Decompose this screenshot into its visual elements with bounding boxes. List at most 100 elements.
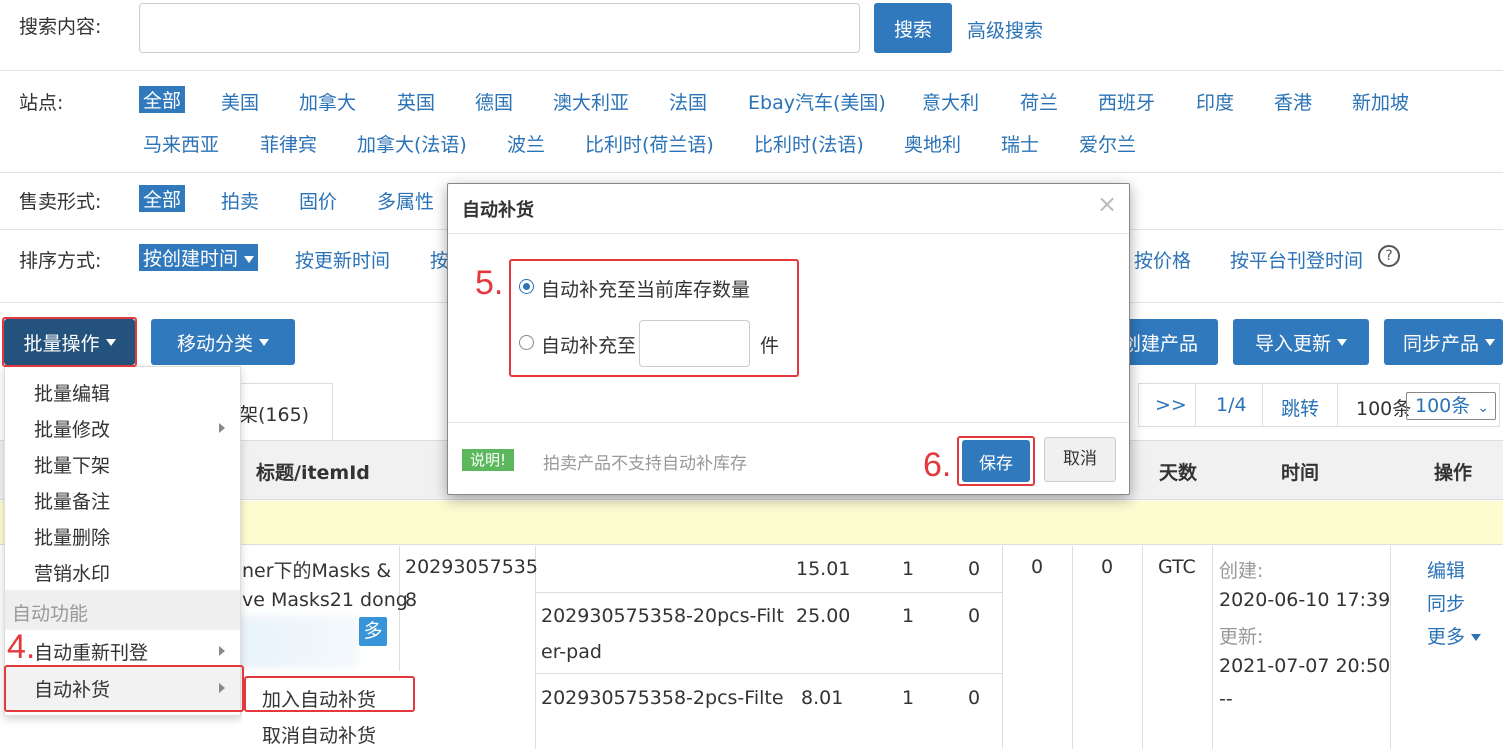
submenu-cancel-auto-restock[interactable]: 取消自动补货 <box>262 721 376 748</box>
menu-item-batch-modify[interactable]: 批量修改 <box>34 415 110 442</box>
next-page-link[interactable]: >> <box>1155 394 1187 416</box>
move-category-button[interactable]: 移动分类 <box>151 319 295 365</box>
edit-link[interactable]: 编辑 <box>1427 556 1465 583</box>
sort-label: 排序方式: <box>19 250 102 272</box>
site-option[interactable]: 澳大利亚 <box>553 88 629 115</box>
site-option[interactable]: 加拿大(法语) <box>357 130 467 157</box>
site-option[interactable]: 西班牙 <box>1098 88 1155 115</box>
multi-variant-badge: 多 <box>359 617 387 646</box>
variant-price: 8.01 <box>801 687 844 709</box>
updated-label: 更新: <box>1219 626 1264 648</box>
site-option[interactable]: 奥地利 <box>904 130 961 157</box>
search-input[interactable] <box>139 3 860 53</box>
menu-item-batch-offshelf[interactable]: 批量下架 <box>34 451 110 478</box>
format-option[interactable]: 拍卖 <box>221 187 259 214</box>
header-actions: 操作 <box>1434 462 1473 484</box>
import-update-button[interactable]: 导入更新 <box>1233 319 1369 365</box>
site-option[interactable]: Ebay汽车(美国) <box>748 88 886 115</box>
created-label: 创建: <box>1219 560 1264 582</box>
search-label: 搜索内容: <box>19 16 102 38</box>
created-time: 2020-06-10 17:39 <box>1219 589 1391 611</box>
more-label: 更多 <box>1427 626 1466 648</box>
sync-link[interactable]: 同步 <box>1427 589 1465 616</box>
site-option[interactable]: 爱尔兰 <box>1079 130 1136 157</box>
sync-product-label: 同步产品 <box>1403 332 1480 355</box>
sync-product-button[interactable]: 同步产品 <box>1384 319 1503 365</box>
site-option[interactable]: 英国 <box>397 88 435 115</box>
header-time: 时间 <box>1281 462 1320 484</box>
variant-sold: 0 <box>968 558 981 580</box>
variant-sku-line1: 202930575358-20pcs-Filt <box>541 605 784 627</box>
variant-price: 25.00 <box>796 605 851 627</box>
cancel-button[interactable]: 取消 <box>1044 437 1116 482</box>
variant-price: 15.01 <box>796 558 851 580</box>
site-option[interactable]: 新加坡 <box>1352 88 1409 115</box>
menu-item-batch-edit[interactable]: 批量编辑 <box>34 379 110 406</box>
row-item-id-line2: 8 <box>405 589 418 611</box>
step-4-label: 4. <box>7 628 36 666</box>
search-button[interactable]: 搜索 <box>874 3 952 53</box>
blurred-image <box>240 616 358 668</box>
site-option[interactable]: 加拿大 <box>299 88 356 115</box>
site-option[interactable]: 香港 <box>1274 88 1312 115</box>
sort-option-created[interactable]: 按创建时间 <box>139 244 259 271</box>
site-option[interactable]: 波兰 <box>507 130 545 157</box>
menu-item-auto-relist[interactable]: 自动重新刊登 <box>34 638 148 665</box>
chevron-down-icon <box>1471 634 1482 641</box>
note-text: 拍卖产品不支持自动补库存 <box>543 454 747 474</box>
per-page-label: 100条 <box>1356 398 1412 420</box>
chevron-down-icon <box>259 338 269 346</box>
variant-qty: 1 <box>902 558 915 580</box>
updated-time: 2021-07-07 20:50 <box>1219 655 1391 677</box>
import-update-label: 导入更新 <box>1254 332 1331 355</box>
annotation-box-auto-restock <box>4 665 244 712</box>
site-option[interactable]: 瑞士 <box>1001 130 1039 157</box>
advanced-search-link[interactable]: 高级搜索 <box>967 16 1043 43</box>
site-option[interactable]: 比利时(荷兰语) <box>585 130 714 157</box>
page-indicator: 1/4 <box>1216 394 1247 416</box>
sort-option-price[interactable]: 按价格 <box>1134 246 1191 273</box>
close-icon[interactable]: × <box>1097 190 1117 218</box>
format-option[interactable]: 多属性 <box>377 187 434 214</box>
sort-option-label: 按创建时间 <box>143 248 239 270</box>
sort-option-updated[interactable]: 按更新时间 <box>295 246 390 273</box>
menu-item-batch-delete[interactable]: 批量删除 <box>34 523 110 550</box>
site-option[interactable]: 比利时(法语) <box>754 130 864 157</box>
site-option[interactable]: 荷兰 <box>1020 88 1058 115</box>
dash-placeholder: -- <box>1219 688 1233 710</box>
site-option[interactable]: 法国 <box>669 88 707 115</box>
site-option[interactable]: 意大利 <box>922 88 979 115</box>
sort-option-platform[interactable]: 按平台刊登时间 <box>1230 246 1363 273</box>
site-filter-label: 站点: <box>19 92 64 114</box>
format-option[interactable]: 全部 <box>139 185 186 212</box>
jump-link[interactable]: 跳转 <box>1281 394 1319 421</box>
variant-qty: 1 <box>902 687 915 709</box>
menu-item-batch-note[interactable]: 批量备注 <box>34 487 110 514</box>
per-page-value: 100条 <box>1415 395 1471 417</box>
variant-sku: 202930575358-2pcs-Filte <box>541 687 784 709</box>
step-6-label: 6. <box>923 446 952 484</box>
step-5-label: 5. <box>475 264 504 302</box>
site-option[interactable]: 美国 <box>221 88 259 115</box>
help-icon[interactable]: ? <box>1378 245 1400 267</box>
per-page-select[interactable]: 100条 ⌄ <box>1406 392 1496 420</box>
row-count-1: 0 <box>1031 556 1044 578</box>
site-option[interactable]: 菲律宾 <box>260 130 317 157</box>
site-option[interactable]: 全部 <box>139 86 186 113</box>
annotation-box-batch <box>2 317 137 367</box>
menu-section-label: 自动功能 <box>12 603 89 625</box>
chevron-down-icon <box>1485 338 1496 346</box>
site-option[interactable]: 印度 <box>1196 88 1234 115</box>
site-option[interactable]: 德国 <box>475 88 513 115</box>
format-option[interactable]: 固价 <box>299 187 337 214</box>
row-title-line1: ner下的Masks & <box>242 560 392 582</box>
row-title-line2: ve Masks21 dong <box>242 589 408 611</box>
variant-sku-line2: er-pad <box>541 641 602 663</box>
more-link[interactable]: 更多 <box>1427 622 1482 649</box>
site-option[interactable]: 马来西亚 <box>143 130 219 157</box>
menu-item-watermark[interactable]: 营销水印 <box>34 559 110 586</box>
header-title: 标题/itemId <box>256 462 370 484</box>
chevron-right-icon <box>219 423 225 433</box>
note-badge: 说明! <box>462 449 515 471</box>
annotation-box-options <box>509 259 799 377</box>
